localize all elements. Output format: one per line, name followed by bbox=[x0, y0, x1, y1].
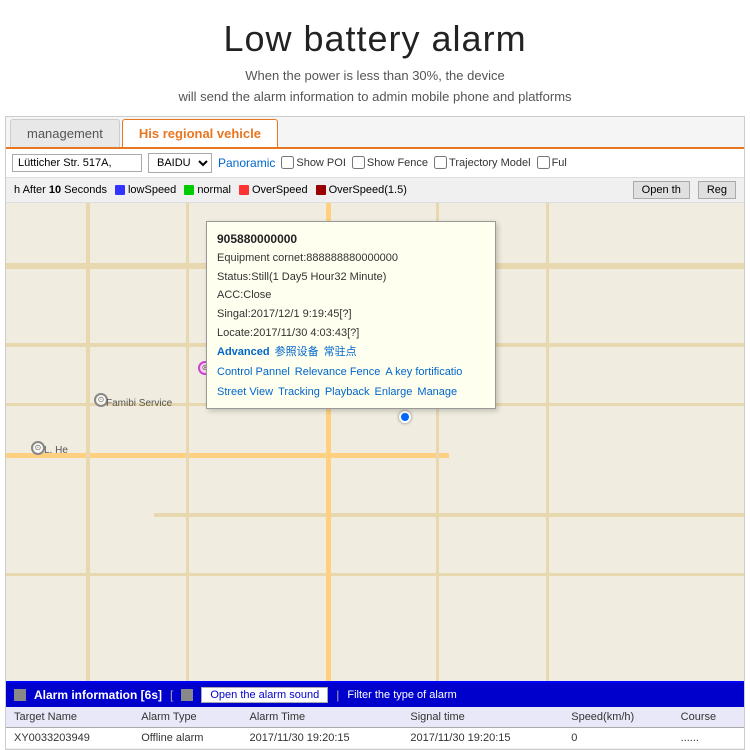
road-v4 bbox=[546, 203, 549, 681]
overspeed15-dot bbox=[316, 185, 326, 195]
tab-regional-vehicle[interactable]: His regional vehicle bbox=[122, 119, 278, 147]
normal-dot bbox=[184, 185, 194, 195]
alarm-cell-3: 2017/11/30 19:20:15 bbox=[402, 728, 563, 749]
road-h4 bbox=[154, 513, 744, 517]
full-check[interactable]: Ful bbox=[537, 156, 567, 169]
legend-bar: h After 10 Seconds lowSpeed normal OverS… bbox=[6, 178, 744, 203]
popup-playback[interactable]: Playback bbox=[325, 383, 370, 402]
alarm-square-icon bbox=[14, 689, 26, 701]
legend-overspeed: OverSpeed bbox=[239, 184, 308, 196]
alarm-cell-4: 0 bbox=[563, 728, 672, 749]
popup-links-row3: Street View Tracking Playback Enlarge Ma… bbox=[217, 383, 485, 402]
alarm-header: Alarm information [6s] [ Open the alarm … bbox=[6, 683, 744, 707]
alarm-cell-0: XY0033203949 bbox=[6, 728, 133, 749]
normal-label: normal bbox=[197, 184, 231, 196]
road-h-main bbox=[6, 453, 449, 458]
toolbar: BAIDU Panoramic Show POI Show Fence Traj… bbox=[6, 149, 744, 178]
subtitle-line1: When the power is less than 30%, the dev… bbox=[245, 68, 504, 83]
info-popup: 905880000000 Equipment cornet:8888888800… bbox=[206, 221, 496, 410]
legend-overspeed-15: OverSpeed(1.5) bbox=[316, 184, 407, 196]
alarm-cell-1: Offline alarm bbox=[133, 728, 241, 749]
overspeed-label: OverSpeed bbox=[252, 184, 308, 196]
popup-device-id: 905880000000 bbox=[217, 229, 485, 249]
map-label-famibi: Famibi Service bbox=[106, 398, 172, 409]
map-background: Kletterwald Aachen Elektro Brenscheidt ⊙… bbox=[6, 203, 744, 681]
popup-status: Status:Still(1 Day5 Hour32 Minute) bbox=[217, 268, 485, 287]
main-title: Low battery alarm bbox=[0, 18, 750, 60]
popup-acc: ACC:Close bbox=[217, 286, 485, 305]
filter-alarm-btn[interactable]: Filter the type of alarm bbox=[347, 689, 456, 701]
panoramic-link[interactable]: Panoramic bbox=[218, 156, 275, 170]
popup-links-row2: Control Pannel Relevance Fence A key for… bbox=[217, 363, 485, 382]
popup-street-view[interactable]: Street View bbox=[217, 383, 273, 402]
overspeed-dot bbox=[239, 185, 249, 195]
popup-relevance-fence[interactable]: Relevance Fence bbox=[295, 363, 381, 382]
alarm-sep2: | bbox=[336, 688, 339, 702]
col-target-name: Target Name bbox=[6, 707, 133, 728]
location-pin bbox=[399, 411, 411, 423]
alarm-table-header: Target Name Alarm Type Alarm Time Signal… bbox=[6, 707, 744, 728]
open-alarm-sound-btn[interactable]: Open the alarm sound bbox=[201, 687, 328, 703]
map-source-select[interactable]: BAIDU bbox=[148, 153, 212, 173]
popup-chinese2[interactable]: 常驻点 bbox=[324, 343, 357, 362]
col-signal-time: Signal time bbox=[402, 707, 563, 728]
alarm-sep1: [ bbox=[170, 688, 173, 702]
overspeed15-label: OverSpeed(1.5) bbox=[329, 184, 407, 196]
popup-key-fortification[interactable]: A key fortificatio bbox=[385, 363, 462, 382]
legend-prefix: h After 10 Seconds bbox=[14, 184, 107, 196]
show-poi-checkbox[interactable] bbox=[281, 156, 294, 169]
address-input[interactable] bbox=[12, 154, 142, 172]
col-alarm-type: Alarm Type bbox=[133, 707, 241, 728]
road-v2 bbox=[186, 203, 189, 681]
road-v1 bbox=[86, 203, 90, 681]
app-window: management His regional vehicle BAIDU Pa… bbox=[5, 116, 745, 750]
show-poi-check[interactable]: Show POI bbox=[281, 156, 346, 169]
map-area[interactable]: Kletterwald Aachen Elektro Brenscheidt ⊙… bbox=[6, 203, 744, 681]
popup-equipment: Equipment cornet:888888880000000 bbox=[217, 249, 485, 268]
alarm-info-label: Alarm information [6s] bbox=[34, 688, 162, 702]
road-h5 bbox=[6, 573, 744, 576]
map-circle-lhe: ⊙ bbox=[31, 441, 45, 455]
subtitle: When the power is less than 30%, the dev… bbox=[0, 66, 750, 108]
legend-low-speed: lowSpeed bbox=[115, 184, 176, 196]
alarm-table: Target Name Alarm Type Alarm Time Signal… bbox=[6, 707, 744, 749]
popup-locate: Locate:2017/11/30 4:03:43[?] bbox=[217, 324, 485, 343]
subtitle-line2: will send the alarm information to admin… bbox=[178, 89, 571, 104]
alarm-cell-2: 2017/11/30 19:20:15 bbox=[242, 728, 403, 749]
trajectory-model-check[interactable]: Trajectory Model bbox=[434, 156, 531, 169]
trajectory-model-checkbox[interactable] bbox=[434, 156, 447, 169]
page-container: Low battery alarm When the power is less… bbox=[0, 0, 750, 750]
alarm-cell-5: ...... bbox=[673, 728, 744, 749]
popup-tracking[interactable]: Tracking bbox=[278, 383, 320, 402]
alarm-table-row: XY0033203949Offline alarm2017/11/30 19:2… bbox=[6, 728, 744, 749]
popup-advanced[interactable]: Advanced bbox=[217, 343, 270, 362]
open-alarm-btn[interactable]: Open th bbox=[633, 181, 690, 199]
low-speed-label: lowSpeed bbox=[128, 184, 176, 196]
col-alarm-time: Alarm Time bbox=[242, 707, 403, 728]
show-fence-checkbox[interactable] bbox=[352, 156, 365, 169]
title-section: Low battery alarm When the power is less… bbox=[0, 0, 750, 116]
col-speed: Speed(km/h) bbox=[563, 707, 672, 728]
show-fence-check[interactable]: Show Fence bbox=[352, 156, 428, 169]
popup-links-row1: Advanced 参照设备 常驻点 bbox=[217, 343, 485, 362]
popup-manage[interactable]: Manage bbox=[417, 383, 457, 402]
alarm-sq-icon2 bbox=[181, 689, 193, 701]
bottom-panel: Alarm information [6s] [ Open the alarm … bbox=[6, 681, 744, 749]
map-label-lhe: L. He bbox=[44, 445, 68, 456]
legend-normal: normal bbox=[184, 184, 231, 196]
col-course: Course bbox=[673, 707, 744, 728]
low-speed-dot bbox=[115, 185, 125, 195]
tab-management[interactable]: management bbox=[10, 119, 120, 147]
nav-tabs: management His regional vehicle bbox=[6, 117, 744, 149]
full-checkbox[interactable] bbox=[537, 156, 550, 169]
popup-signal: Singal:2017/12/1 9:19:45[?] bbox=[217, 305, 485, 324]
popup-enlarge[interactable]: Enlarge bbox=[374, 383, 412, 402]
popup-control-panel[interactable]: Control Pannel bbox=[217, 363, 290, 382]
reg-btn[interactable]: Reg bbox=[698, 181, 736, 199]
popup-chinese1[interactable]: 参照设备 bbox=[275, 343, 319, 362]
